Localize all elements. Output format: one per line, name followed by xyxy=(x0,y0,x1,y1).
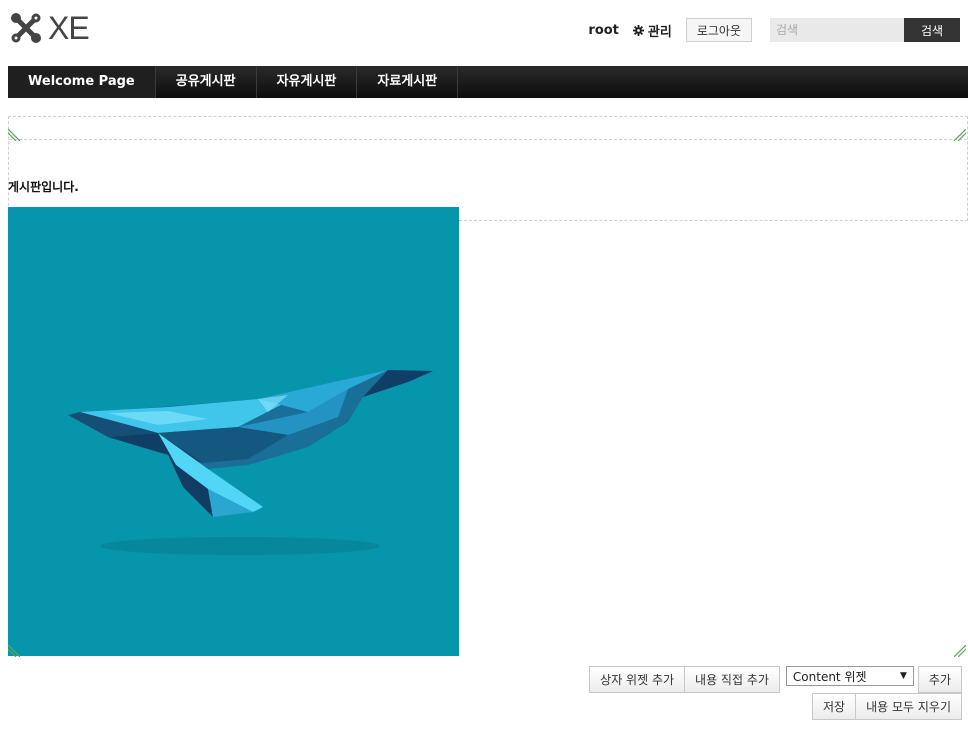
add-box-widget-button[interactable]: 상자 위젯 추가 xyxy=(589,666,686,693)
search-input[interactable] xyxy=(770,18,904,42)
widget-select-value: Content 위젯 xyxy=(792,669,867,684)
search-box: 검색 xyxy=(770,18,960,42)
resize-handle-icon[interactable] xyxy=(8,129,20,141)
add-widget-button[interactable]: 추가 xyxy=(917,666,962,693)
admin-label: 관리 xyxy=(647,24,672,40)
xe-logo-icon xyxy=(11,13,41,43)
gear-icon xyxy=(632,24,644,36)
whale-image xyxy=(8,207,459,656)
add-direct-content-button[interactable]: 내용 직접 추가 xyxy=(685,666,780,693)
search-button[interactable]: 검색 xyxy=(904,18,960,42)
logo-text: XE xyxy=(48,10,90,46)
save-button[interactable]: 저장 xyxy=(811,693,857,720)
nav-item-free-board[interactable]: 자유게시판 xyxy=(257,66,358,98)
resize-handle-icon[interactable] xyxy=(954,129,966,141)
main-nav: Welcome Page 공유게시판 자유게시판 자료게시판 xyxy=(8,66,968,98)
board-title: 게시판입니다. xyxy=(8,180,79,194)
widget-controls: 상자 위젯 추가 내용 직접 추가 Content 위젯 ▼ 추가 xyxy=(589,666,962,693)
account-bar: root 관리 로그아웃 검색 xyxy=(588,18,960,42)
logout-button[interactable]: 로그아웃 xyxy=(685,18,752,42)
nav-item-welcome-page[interactable]: Welcome Page xyxy=(8,66,156,98)
save-controls: 저장 내용 모두 지우기 xyxy=(811,693,962,720)
user-name[interactable]: root xyxy=(588,23,619,38)
clear-all-button[interactable]: 내용 모두 지우기 xyxy=(856,693,962,720)
whale-illustration xyxy=(68,370,433,555)
nav-item-file-board[interactable]: 자료게시판 xyxy=(357,66,459,98)
resize-handle-icon[interactable] xyxy=(954,645,966,657)
widget-box-divider xyxy=(9,139,967,140)
xe-logo[interactable]: XE xyxy=(8,10,90,46)
chevron-down-icon: ▼ xyxy=(899,671,907,681)
widget-box[interactable] xyxy=(8,116,968,221)
admin-link[interactable]: 관리 xyxy=(632,21,672,40)
widget-type-select[interactable]: Content 위젯 ▼ xyxy=(785,666,914,686)
resize-handle-icon[interactable] xyxy=(8,645,20,657)
nav-item-shared-board[interactable]: 공유게시판 xyxy=(156,66,257,98)
